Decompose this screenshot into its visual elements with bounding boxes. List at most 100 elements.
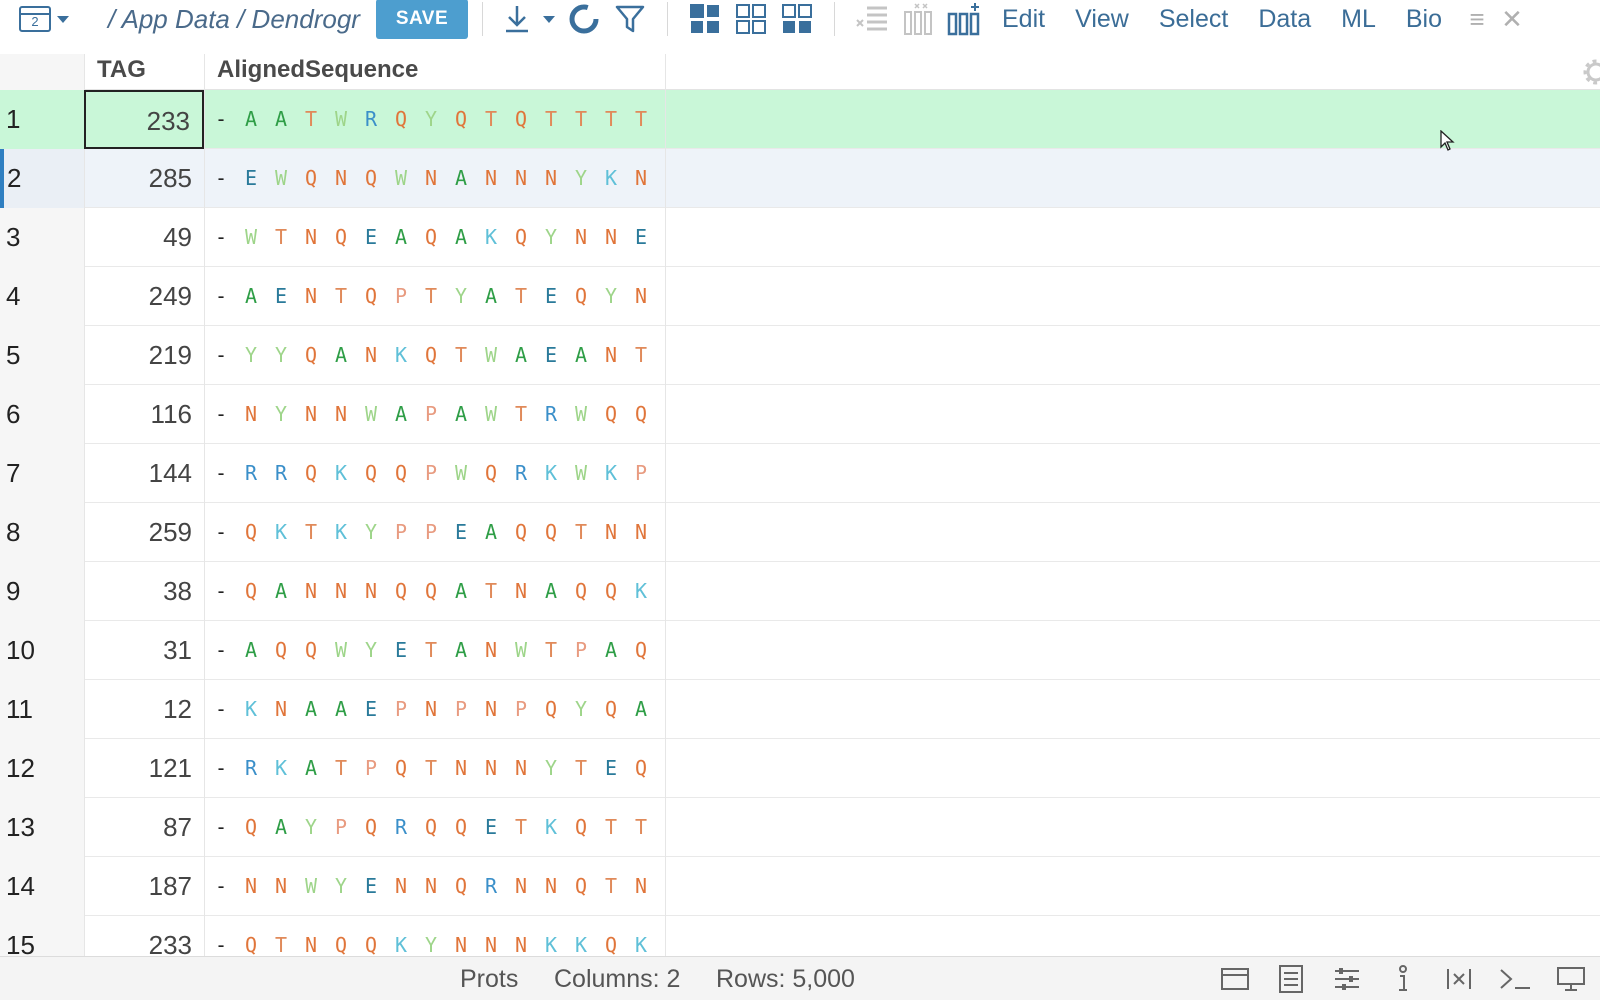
sequence-cell[interactable]: -QTNQQKYNNNKKQK — [204, 916, 666, 956]
table-row[interactable]: 2 285- E W Q N Q W N A N N N Y K N — [0, 149, 1600, 208]
sequence-cell[interactable]: -RKATPQTNNNYTEQ — [204, 739, 666, 798]
table-row[interactable]: 5 219- Y Y Q A N K Q T W A E A N T — [0, 326, 1600, 385]
tag-cell[interactable]: 259 — [84, 503, 204, 562]
row-number[interactable]: 8 — [0, 503, 84, 562]
table-row[interactable]: 6 116- N Y N N W A P A W T R W Q Q — [0, 385, 1600, 444]
tag-cell[interactable]: 187 — [84, 857, 204, 916]
tag-cell[interactable]: 12 — [84, 680, 204, 739]
presentation-icon[interactable] — [1552, 961, 1590, 997]
row-number[interactable]: 12 — [0, 739, 84, 798]
table-row[interactable]: 1 233- A A T W R Q Y Q T Q T T T T — [0, 90, 1600, 149]
sequence-cell[interactable]: -RRQKQQPWQRKWKP — [204, 444, 666, 503]
row-number[interactable]: 7 — [0, 444, 84, 503]
data-grid[interactable]: TAG AlignedSequence 1 233- A A T W R Q Y Q T Q T T T T 2… — [0, 54, 1600, 956]
sequence-cell[interactable]: -AQQWYETANWTPAQ — [204, 621, 666, 680]
table-row[interactable]: 15 233- Q T N Q Q K Y N N N K K Q K — [0, 916, 1600, 956]
menu-data[interactable]: Data — [1243, 0, 1326, 38]
row-number[interactable]: 2 — [0, 149, 84, 208]
sequence-cell[interactable]: -EWQNQWNANNNYKN — [204, 149, 666, 208]
tag-cell[interactable]: 285 — [84, 149, 204, 208]
remove-rows-button[interactable] — [849, 0, 895, 38]
column-header-tag[interactable]: TAG — [84, 54, 204, 90]
filter-button[interactable] — [607, 0, 653, 38]
add-column-button[interactable] — [941, 0, 987, 38]
remove-columns-button[interactable] — [895, 0, 941, 38]
table-row[interactable]: 14 187- N N W Y E N N Q R N N Q T N — [0, 857, 1600, 916]
menu-view[interactable]: View — [1060, 0, 1144, 38]
tag-cell[interactable]: 249 — [84, 267, 204, 326]
row-number[interactable]: 11 — [0, 680, 84, 739]
sequence-cell[interactable]: -AATWRQYQTQTTTT — [204, 90, 666, 149]
menu-edit[interactable]: Edit — [987, 0, 1060, 38]
tag-cell[interactable]: 49 — [84, 208, 204, 267]
row-number[interactable]: 10 — [0, 621, 84, 680]
table-row[interactable]: 7 144- R R Q K Q Q P W Q R K W K P — [0, 444, 1600, 503]
sequence-cell[interactable]: -QKTKYPPEAQQTNN — [204, 503, 666, 562]
sequence-cell[interactable]: -QAYPQRQQETKQTT — [204, 798, 666, 857]
table-row[interactable]: 11 12- K N A A E P N P N P Q Y Q A — [0, 680, 1600, 739]
sequence-cell[interactable]: -NNWYENNQRNNQTN — [204, 857, 666, 916]
hamburger-menu-icon[interactable]: ≡ — [1457, 0, 1497, 38]
gear-icon[interactable] — [1582, 58, 1600, 86]
tag-cell[interactable]: 38 — [84, 562, 204, 621]
table-view-icon[interactable] — [1216, 961, 1254, 997]
row-number[interactable]: 14 — [0, 857, 84, 916]
console-icon[interactable] — [1496, 961, 1534, 997]
tag-cell[interactable]: 233 — [84, 90, 204, 149]
view-count: 2 — [31, 14, 39, 29]
sequence-cell[interactable]: -WTNQEAQAKQYNNE — [204, 208, 666, 267]
row-number[interactable]: 3 — [0, 208, 84, 267]
tag-cell[interactable]: 144 — [84, 444, 204, 503]
menu-bio[interactable]: Bio — [1391, 0, 1457, 38]
tag-cell[interactable]: 116 — [84, 385, 204, 444]
project-path[interactable]: / App Data / Dendrogr — [76, 0, 366, 38]
residue: N — [305, 933, 318, 956]
layout-grid-button[interactable] — [682, 0, 728, 38]
residue: T — [545, 107, 558, 131]
row-number[interactable]: 4 — [0, 267, 84, 326]
settings-sliders-icon[interactable] — [1328, 961, 1366, 997]
row-number[interactable]: 9 — [0, 562, 84, 621]
menu-select[interactable]: Select — [1144, 0, 1243, 38]
view-selector[interactable]: 2 — [0, 0, 76, 38]
row-number[interactable]: 6 — [0, 385, 84, 444]
table-row[interactable]: 13 87- Q A Y P Q R Q Q E T K Q T T — [0, 798, 1600, 857]
columns-count[interactable]: Columns: 2 — [554, 957, 680, 1001]
save-button[interactable]: SAVE — [376, 0, 468, 39]
tag-cell[interactable]: 233 — [84, 916, 204, 956]
row-number[interactable]: 15 — [0, 916, 84, 956]
row-number-header[interactable] — [0, 54, 84, 90]
layout-outline-button[interactable] — [728, 0, 774, 38]
sequence-cell[interactable]: -AENTQPTYATEQYN — [204, 267, 666, 326]
layout-mixed-button[interactable] — [774, 0, 820, 38]
variables-icon[interactable] — [1440, 961, 1478, 997]
table-row[interactable]: 8 259- Q K T K Y P P E A Q Q T N N — [0, 503, 1600, 562]
tag-cell[interactable]: 31 — [84, 621, 204, 680]
info-icon[interactable] — [1384, 961, 1422, 997]
tag-cell[interactable]: 121 — [84, 739, 204, 798]
properties-icon[interactable] — [1272, 961, 1310, 997]
table-name[interactable]: Prots — [460, 957, 518, 1001]
tag-cell[interactable]: 219 — [84, 326, 204, 385]
refresh-button[interactable] — [561, 0, 607, 38]
row-number[interactable]: 1 — [0, 90, 84, 149]
rows-count[interactable]: Rows: 5,000 — [716, 957, 855, 1001]
tag-cell[interactable]: 87 — [84, 798, 204, 857]
sequence-cell[interactable]: -NYNNWAPAWTRWQQ — [204, 385, 666, 444]
table-row[interactable]: 3 49- W T N Q E A Q A K Q Y N N E — [0, 208, 1600, 267]
menu-ml[interactable]: ML — [1326, 0, 1391, 38]
close-icon[interactable]: ✕ — [1497, 0, 1527, 38]
column-header-alignedsequence[interactable]: AlignedSequence — [204, 54, 666, 90]
sequence-cell[interactable]: -KNAAEPNPNPQYQA — [204, 680, 666, 739]
sequence-cell[interactable]: -QANNNQQATNAQQK — [204, 562, 666, 621]
table-row[interactable]: 10 31- A Q Q W Y E T A N W T P A Q — [0, 621, 1600, 680]
sequence-cell[interactable]: -YYQANKQTWAEANT — [204, 326, 666, 385]
table-row[interactable]: 4 249- A E N T Q P T Y A T E Q Y N — [0, 267, 1600, 326]
table-row[interactable]: 9 38- Q A N N N Q Q A T N A Q Q K — [0, 562, 1600, 621]
row-number[interactable]: 13 — [0, 798, 84, 857]
row-number[interactable]: 5 — [0, 326, 84, 385]
download-button[interactable] — [497, 0, 537, 38]
download-menu-button[interactable] — [537, 0, 561, 38]
table-row[interactable]: 12 121- R K A T P Q T N N N Y T E Q — [0, 739, 1600, 798]
residue: Y — [365, 638, 378, 662]
